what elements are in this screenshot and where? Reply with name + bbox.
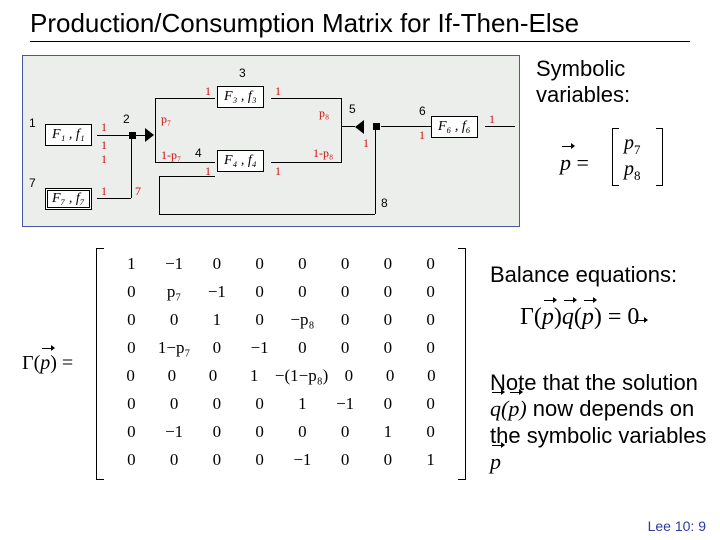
actor-f1: F₁ , f₁	[45, 124, 92, 146]
symbolic-label: Symbolic variables:	[536, 56, 630, 108]
matrix-prefix: Γ(p) =	[22, 352, 73, 375]
p-vec-sym: p	[560, 150, 571, 176]
junction-dot	[373, 123, 380, 130]
rate-num: 1	[205, 164, 211, 179]
fork-icon	[145, 128, 154, 142]
p7-entry: p7	[624, 132, 641, 158]
chan-num: 3	[239, 66, 246, 80]
chan-num: 1	[29, 116, 36, 130]
chan-num: 4	[195, 146, 202, 160]
matrix-row: 0p₇−100000	[110, 282, 452, 310]
matrix: 1−1000000 0p₇−100000 0010−p₈000 01−p₇0−1…	[96, 248, 466, 480]
rate-num: 1	[489, 112, 495, 127]
rate-num: 1	[275, 84, 281, 99]
rate-num: 7	[135, 184, 141, 199]
matrix-row: 0010−p₈000	[110, 310, 452, 338]
rate-num: 1	[101, 138, 107, 153]
merge-icon	[355, 120, 364, 134]
rate-num: 1	[101, 120, 107, 135]
chan-num: 6	[419, 104, 426, 118]
rate-num: 1	[275, 164, 281, 179]
actor-f7: F₇ , f₇	[45, 188, 92, 210]
p-vector-eq: p =	[560, 150, 589, 176]
rate-num: 1	[101, 152, 107, 167]
matrix-row: 0001−(1−p₈)000	[110, 366, 452, 394]
matrix-row: 0−1000010	[110, 422, 452, 450]
actor-f3: F₃ , f₃	[217, 86, 264, 108]
bracket-right-icon	[656, 128, 663, 186]
matrix-row: 1−1000000	[110, 254, 452, 282]
rate-num: 1	[205, 84, 211, 99]
prob-label: 1-p₇	[161, 148, 181, 163]
actor-f4: F₄ , f₄	[217, 150, 264, 172]
chan-num: 8	[381, 196, 388, 210]
slide-footer: Lee 10: 9	[648, 518, 706, 534]
rate-num: 1	[419, 128, 425, 143]
balance-label: Balance equations:	[490, 262, 677, 288]
chan-num: 7	[29, 176, 36, 190]
page-title: Production/Consumption Matrix for If-The…	[30, 8, 690, 42]
actor-f6: F₆ , f₆	[431, 116, 478, 138]
balance-eq: Γ(p)q(p) = 0	[520, 304, 633, 331]
bracket-left-icon	[612, 128, 619, 186]
bracket-left-icon	[96, 248, 104, 480]
matrix-block: Γ(p) = 1−1000000 0p₇−100000 0010−p₈000 0…	[22, 248, 472, 488]
matrix-row: 0000−1001	[110, 450, 452, 478]
diagram-panel: F₁ , f₁ F₃ , f₃ F₄ , f₄ F₆ , f₆ F₇ , f₇ …	[22, 55, 520, 227]
rate-num: 1	[363, 136, 369, 151]
prob-label: p₇	[161, 112, 171, 127]
matrix-row: 01−p₇0−10000	[110, 338, 452, 366]
note-text: Note that the solution q(p) now depends …	[490, 370, 710, 476]
prob-label: p₈	[319, 106, 329, 121]
p8-entry: p8	[624, 158, 641, 184]
rate-num: 1	[101, 184, 107, 199]
prob-label: 1-p₈	[313, 146, 333, 161]
matrix-row: 00001−100	[110, 394, 452, 422]
chan-num: 5	[349, 102, 356, 116]
chan-num: 2	[123, 112, 130, 126]
bracket-right-icon	[458, 248, 466, 480]
